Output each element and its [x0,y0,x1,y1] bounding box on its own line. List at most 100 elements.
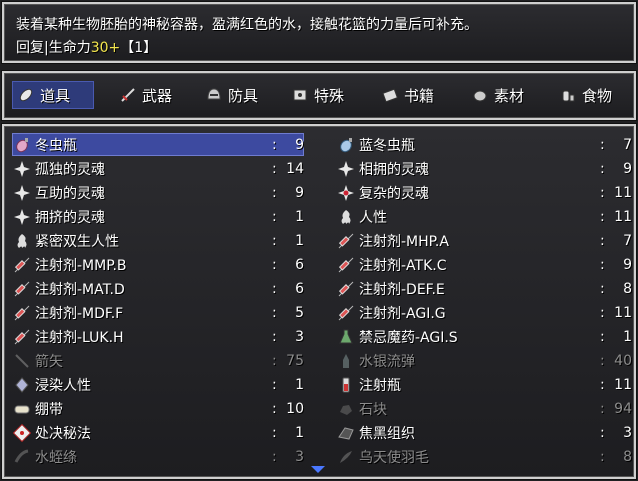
item-row[interactable]: 注射剂-MAT.D: 6 [12,277,304,300]
item-count: 10 [286,400,304,417]
item-row[interactable]: 注射剂-LUK.H: 3 [12,325,304,348]
item-count: 9 [623,160,632,177]
item-row[interactable]: 孤独的灵魂:14 [12,157,304,180]
item-row[interactable]: 焦黑组织: 3 [336,421,632,444]
item-row[interactable]: 拥挤的灵魂: 1 [12,205,304,228]
flask-blue-icon [336,135,356,155]
count-separator: : [272,400,277,417]
item-row[interactable]: 冬虫瓶: 9 [12,133,304,156]
helmet-icon [204,85,224,105]
help-window: 装着某种生物胚胎的神秘容器，盈满红色的水，接触花篮的力量后可补充。 回复|生命力… [1,1,637,64]
count-separator: : [272,232,277,249]
item-name: 冬虫瓶 [35,137,77,154]
category-window: 道具 武器 防具 特殊 书籍 素材 食物 [1,70,637,121]
item-name: 注射剂-MHP.A [359,233,449,250]
item-row[interactable]: 禁忌魔药-AGI.S: 1 [336,325,632,348]
vial-icon [336,375,356,395]
humanity-icon [12,231,32,251]
item-row[interactable]: 注射剂-MHP.A: 7 [336,229,632,252]
count-separator: : [272,280,277,297]
item-row[interactable]: 蓝冬虫瓶: 7 [336,133,632,156]
item-name: 互助的灵魂 [35,185,105,202]
tab-label: 道具 [40,86,71,105]
item-row[interactable]: 人性:11 [336,205,632,228]
item-row[interactable]: 绷带:10 [12,397,304,420]
item-row[interactable]: 水蛭绦: 3 [12,445,304,468]
item-name: 注射剂-MAT.D [35,281,125,298]
item-row[interactable]: 处决秘法: 1 [12,421,304,444]
effect-value: 30+ [90,40,121,56]
effect-label: 回复|生命力 [16,40,91,56]
item-description: 装着某种生物胚胎的神秘容器，盈满红色的水，接触花篮的力量后可补充。 [16,17,478,33]
item-row[interactable]: 注射剂-MMP.B: 6 [12,253,304,276]
count-separator: : [600,208,605,225]
item-row[interactable]: 水银流弹:40 [336,349,632,372]
item-count: 7 [623,232,632,249]
item-count: 9 [295,184,304,201]
tab-category-0[interactable]: 道具 [12,81,94,109]
item-name: 人性 [359,209,387,226]
syringe-icon [12,279,32,299]
item-count: 40 [614,352,632,369]
syringe-icon [336,255,356,275]
tab-category-2[interactable]: 防具 [200,81,258,109]
bandage-icon [12,399,32,419]
item-name: 绷带 [35,401,63,418]
soul-icon [336,159,356,179]
item-row[interactable]: 注射剂-DEF.E: 8 [336,277,632,300]
item-row[interactable]: 浸染人性: 1 [12,373,304,396]
soul-red-icon [336,183,356,203]
count-separator: : [272,376,277,393]
item-count: 75 [286,352,304,369]
count-separator: : [600,376,605,393]
item-row[interactable]: 石块:94 [336,397,632,420]
rock-icon [336,399,356,419]
tab-category-6[interactable]: 食物 [554,81,612,109]
item-row[interactable]: 注射瓶:11 [336,373,632,396]
arrow-icon [12,351,32,371]
count-separator: : [272,136,277,153]
syringe-icon [12,303,32,323]
count-separator: : [600,184,605,201]
count-separator: : [272,352,277,369]
feather-icon [336,447,356,467]
item-count: 9 [623,256,632,273]
count-separator: : [600,136,605,153]
count-separator: : [600,160,605,177]
item-row[interactable]: 相拥的灵魂: 9 [336,157,632,180]
item-row[interactable]: 复杂的灵魂:11 [336,181,632,204]
book-icon [380,85,400,105]
tab-category-5[interactable]: 素材 [466,81,524,109]
item-name: 乌天使羽毛 [359,449,429,466]
tab-category-1[interactable]: 武器 [114,81,172,109]
item-name: 处决秘法 [35,425,91,442]
item-count: 11 [614,208,632,225]
item-count: 8 [623,280,632,297]
item-row[interactable]: 注射剂-AGI.G:11 [336,301,632,324]
item-row[interactable]: 互助的灵魂: 9 [12,181,304,204]
syringe-icon [12,327,32,347]
tab-category-3[interactable]: 特殊 [286,81,344,109]
item-row[interactable]: 乌天使羽毛: 8 [336,445,632,468]
tab-label: 素材 [494,86,525,105]
item-name: 蓝冬虫瓶 [359,137,415,154]
item-name: 注射剂-MMP.B [35,257,127,274]
tab-category-4[interactable]: 书籍 [376,81,434,109]
tab-label: 防具 [228,86,259,105]
tab-label: 特殊 [314,86,345,105]
item-name: 复杂的灵魂 [359,185,429,202]
scroll-icon [12,423,32,443]
syringe-icon [336,231,356,251]
item-count: 3 [623,424,632,441]
item-row[interactable]: 注射剂-MDF.F: 5 [12,301,304,324]
item-count: 1 [623,328,632,345]
item-row[interactable]: 箭矢:75 [12,349,304,372]
leech-icon [12,447,32,467]
item-row[interactable]: 注射剂-ATK.C: 9 [336,253,632,276]
item-name: 注射瓶 [359,377,401,394]
count-separator: : [600,232,605,249]
scroll-down-arrow[interactable] [311,466,325,473]
soul-icon [12,207,32,227]
count-separator: : [600,448,605,465]
item-row[interactable]: 紧密双生人性: 1 [12,229,304,252]
